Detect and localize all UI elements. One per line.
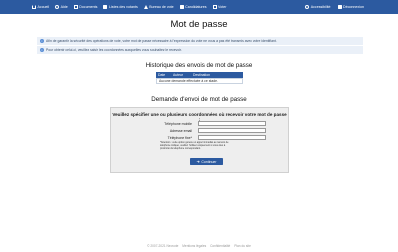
- logout-icon: [337, 5, 342, 9]
- nav-item-aide[interactable]: Aide: [55, 5, 68, 9]
- nav-label: Voter: [218, 5, 227, 9]
- candidates-icon: [179, 5, 184, 9]
- footer-link-legal[interactable]: Mentions légales: [182, 244, 206, 248]
- landline-phone-label: Téléphone fixe*: [167, 135, 192, 140]
- continue-button-label: Continuer: [201, 159, 217, 164]
- polling-station-icon: [143, 5, 148, 9]
- info-text: Afin de garantir la sécurité des opérati…: [46, 39, 277, 43]
- vote-icon: [212, 5, 217, 9]
- nav-item-documents[interactable]: Documents: [73, 5, 98, 9]
- info-icon: i: [40, 48, 44, 52]
- info-text: Pour obtenir celui-ci, veuillez saisir l…: [46, 48, 182, 52]
- info-message-security: i Afin de garantir la sécurité des opéra…: [37, 37, 363, 45]
- nav-item-candidatures[interactable]: Candidatures: [179, 5, 207, 9]
- nav-label: Accessibilité: [310, 5, 331, 9]
- mobile-phone-input[interactable]: [198, 121, 266, 126]
- help-icon: [55, 5, 60, 9]
- email-label: Adresse email: [169, 128, 192, 133]
- column-header-author: Auteur: [173, 73, 183, 77]
- info-icon: i: [40, 39, 44, 43]
- nav-item-listes-votants[interactable]: Listes des votants: [103, 5, 138, 9]
- voter-list-icon: [103, 5, 108, 9]
- password-request-form: Veuillez spécifier une ou plusieurs coor…: [110, 107, 289, 173]
- secondary-nav: Accessibilité Déconnexion: [298, 0, 364, 14]
- footer-link-privacy[interactable]: Confidentialité: [210, 244, 230, 248]
- page-title: Mot de passe: [170, 19, 228, 30]
- nav-item-voter[interactable]: Voter: [212, 5, 227, 9]
- main-nav: Accueil Aide Documents Listes des votant…: [32, 5, 232, 9]
- landline-phone-input[interactable]: [198, 135, 266, 140]
- nav-item-bureau-de-vote[interactable]: Bureau de vote: [143, 5, 174, 9]
- nav-label: Listes des votants: [108, 5, 138, 9]
- email-row: Adresse email: [111, 128, 288, 133]
- nav-label: Déconnexion: [343, 5, 364, 9]
- info-message-instructions: i Pour obtenir celui-ci, veuillez saisir…: [37, 46, 363, 54]
- nav-label: Bureau de vote: [149, 5, 174, 9]
- history-section-title: Historique des envois de mot de passe: [145, 62, 253, 69]
- accessibility-icon: [305, 5, 310, 9]
- footer: © 2007-2021 Neovote Mentions légales Con…: [0, 244, 398, 248]
- documents-icon: [73, 5, 78, 9]
- nav-item-deconnexion[interactable]: Déconnexion: [337, 5, 364, 9]
- home-icon: [32, 5, 36, 9]
- history-table: Date Auteur Destination Aucune demande e…: [156, 72, 243, 84]
- nav-item-accessibilite[interactable]: Accessibilité: [305, 5, 331, 9]
- column-header-destination: Destination: [193, 73, 210, 77]
- nav-label: Accueil: [37, 5, 50, 9]
- top-navigation-bar: Accueil Aide Documents Listes des votant…: [0, 0, 398, 14]
- footer-copyright[interactable]: © 2007-2021 Neovote: [147, 244, 178, 248]
- nav-item-accueil[interactable]: Accueil: [32, 5, 49, 9]
- request-section-title: Demande d'envoi de mot de passe: [151, 96, 247, 103]
- landline-warning-note: *Attention : cette option génère un appe…: [160, 141, 229, 150]
- landline-phone-row: Téléphone fixe*: [111, 135, 288, 140]
- continue-button[interactable]: ➜ Continuer: [190, 158, 223, 165]
- history-empty-row: Aucune demande effectuée à ce stade.: [156, 78, 243, 84]
- column-header-date: Date: [158, 73, 166, 77]
- email-input[interactable]: [198, 128, 266, 133]
- mobile-phone-label: Téléphone mobile: [164, 121, 192, 126]
- nav-label: Candidatures: [185, 5, 207, 9]
- mobile-phone-row: Téléphone mobile: [111, 121, 288, 126]
- nav-label: Documents: [79, 5, 98, 9]
- footer-link-sitemap[interactable]: Plan du site: [234, 244, 251, 248]
- arrow-right-icon: ➜: [196, 159, 200, 164]
- nav-label: Aide: [60, 5, 68, 9]
